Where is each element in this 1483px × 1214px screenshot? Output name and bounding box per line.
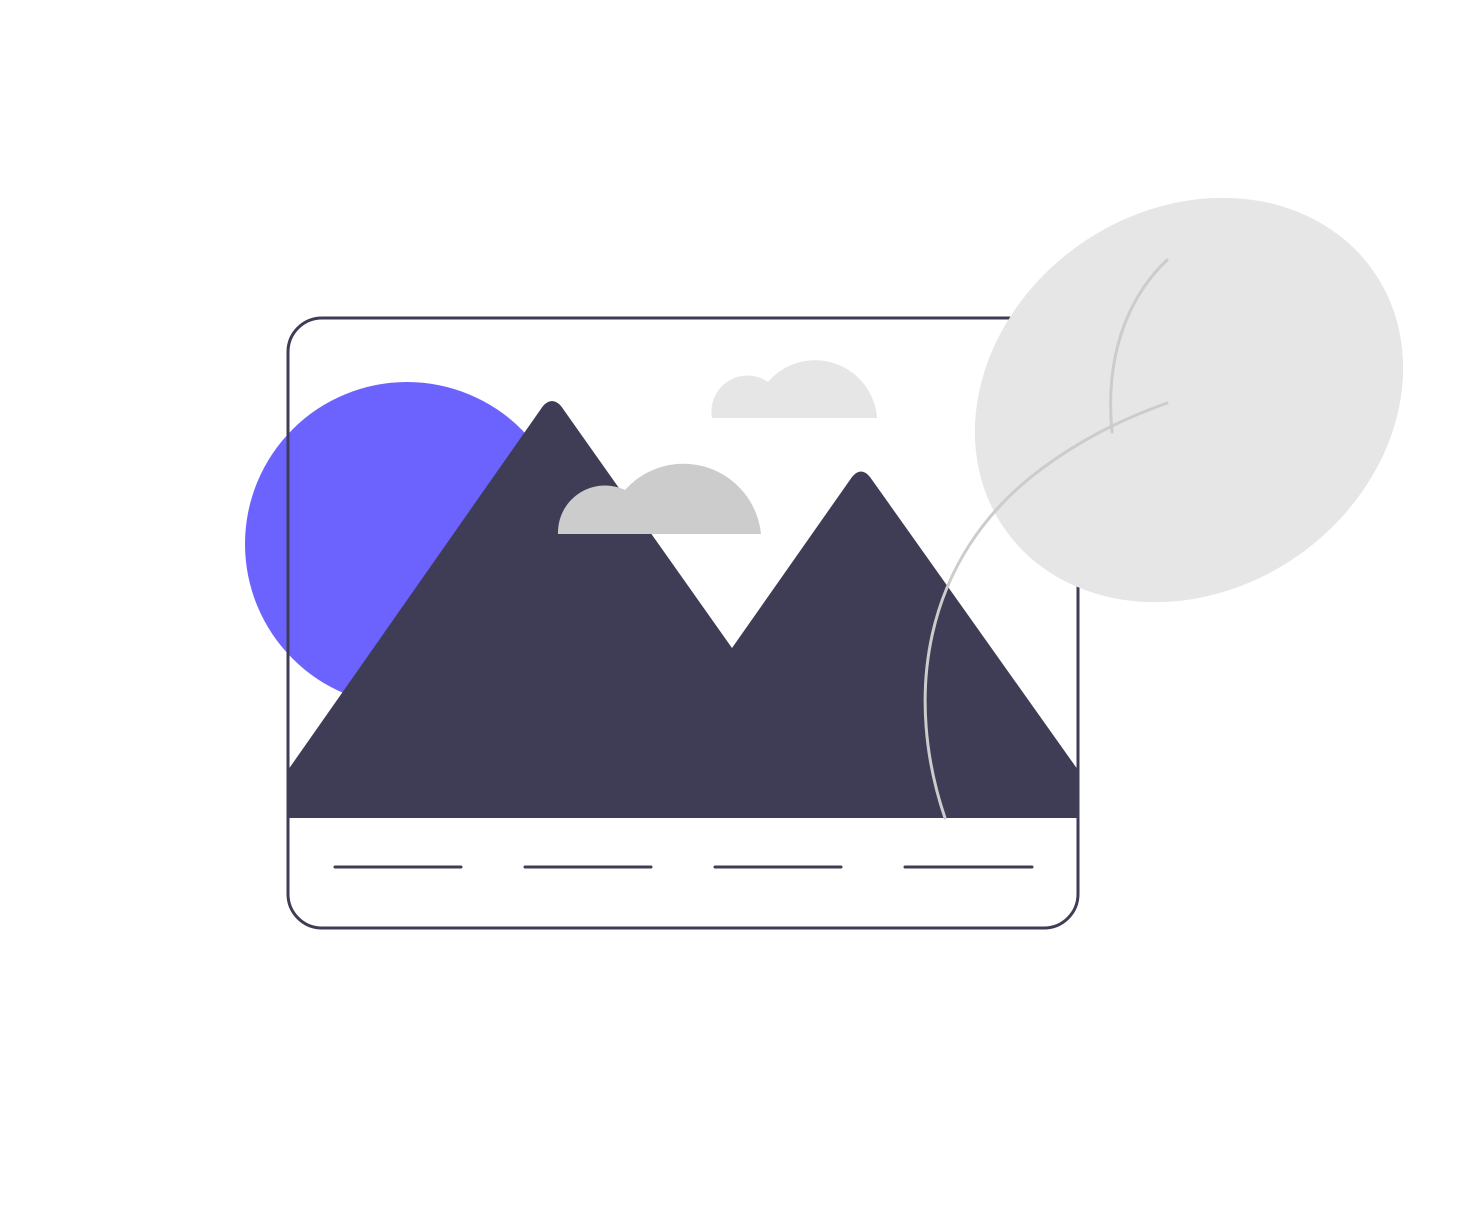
illustration-canvas (245, 197, 1404, 930)
image-placeholder-illustration (0, 0, 1483, 1214)
leaf-blade (974, 197, 1404, 603)
cloud-back-icon (711, 360, 877, 418)
